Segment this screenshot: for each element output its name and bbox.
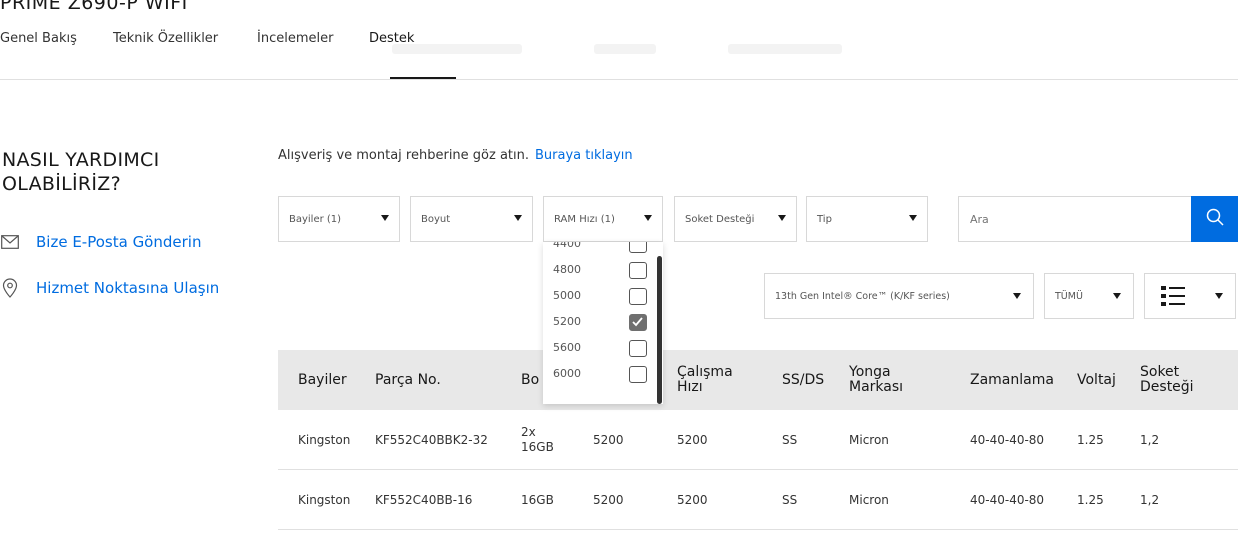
- socket-filter[interactable]: Soket Desteği: [674, 196, 797, 242]
- email-link[interactable]: Bize E-Posta Gönderin: [0, 232, 201, 252]
- guide-text: Alışveriş ve montaj rehberine göz atın. B…: [278, 148, 633, 163]
- ram-option-label: 6000: [553, 367, 581, 380]
- ram-option-checkbox-checked[interactable]: [629, 314, 647, 331]
- search-input[interactable]: [958, 196, 1191, 242]
- list-view-icon: [1161, 285, 1187, 310]
- tab-overview[interactable]: Genel Bakış: [0, 31, 77, 46]
- chevron-down-icon: [778, 215, 786, 221]
- tab-specs[interactable]: Teknik Özellikler: [113, 31, 218, 46]
- product-title: PRIME Z690-P WIFI: [0, 0, 188, 14]
- table-row[interactable]: Kingston KF552C40BBK2-32 2x 16GB 5200 52…: [278, 410, 1238, 470]
- ram-option-checkbox[interactable]: [629, 340, 647, 357]
- header-voltage[interactable]: Voltaj: [1077, 350, 1116, 410]
- search-button[interactable]: [1191, 196, 1238, 242]
- ram-speed-dropdown[interactable]: 4400 4800 5000 5200 5600 6000: [543, 242, 663, 404]
- chevron-down-icon: [1113, 293, 1121, 299]
- ram-option-label: 4400: [553, 242, 581, 250]
- results-table: Bayiler Parça No. Bo Çalışma Hızı SS/DS …: [278, 350, 1238, 530]
- search-icon: [1205, 207, 1225, 231]
- chevron-down-icon: [1013, 293, 1021, 299]
- dealers-filter[interactable]: Bayiler (1): [278, 196, 400, 242]
- ghost-tab-placeholder: [728, 44, 842, 54]
- service-link[interactable]: Hizmet Noktasına Ulaşın: [0, 278, 219, 298]
- ram-option-label: 5600: [553, 341, 581, 354]
- chevron-down-icon: [514, 215, 522, 221]
- ram-option-checkbox[interactable]: [629, 366, 647, 383]
- header-speed[interactable]: Çalışma Hızı: [677, 350, 757, 410]
- cpu-select[interactable]: 13th Gen Intel® Core™ (K/KF series): [764, 273, 1034, 319]
- header-part-no[interactable]: Parça No.: [375, 350, 441, 410]
- ram-option-label: 5000: [553, 289, 581, 302]
- header-chip-brand[interactable]: Yonga Markası: [849, 350, 929, 410]
- help-title: NASIL YARDIMCI OLABİLİRİZ?: [2, 149, 160, 195]
- location-pin-icon: [0, 278, 20, 298]
- ram-speed-filter[interactable]: RAM Hızı (1): [543, 196, 663, 242]
- mail-icon: [0, 232, 20, 252]
- header-ssds[interactable]: SS/DS: [782, 350, 824, 410]
- header-dealers[interactable]: Bayiler: [298, 350, 347, 410]
- header-timing[interactable]: Zamanlama: [970, 350, 1054, 410]
- view-mode-select[interactable]: [1144, 273, 1236, 319]
- ram-option-checkbox[interactable]: [629, 242, 647, 253]
- ram-option-label: 5200: [553, 315, 581, 328]
- chevron-down-icon: [1215, 293, 1223, 299]
- ghost-tab-placeholder: [594, 44, 656, 54]
- chevron-down-icon: [644, 215, 652, 221]
- ram-option-label: 4800: [553, 263, 581, 276]
- header-socket[interactable]: Soket Desteği: [1140, 350, 1220, 410]
- ram-option-checkbox[interactable]: [629, 288, 647, 305]
- size-filter[interactable]: Boyut: [410, 196, 533, 242]
- tab-reviews[interactable]: İncelemeler: [257, 31, 333, 46]
- header-size[interactable]: Bo: [521, 350, 539, 410]
- active-tab-underline: [390, 77, 456, 79]
- tab-bar: Genel Bakış Teknik Özellikler İncelemele…: [0, 31, 1238, 80]
- table-row[interactable]: Kingston KF552C40BB-16 16GB 5200 5200 SS…: [278, 470, 1238, 530]
- chevron-down-icon: [381, 215, 389, 221]
- chevron-down-icon: [909, 215, 917, 221]
- dropdown-scrollbar[interactable]: [657, 256, 662, 404]
- ram-option-checkbox[interactable]: [629, 262, 647, 279]
- ghost-tab-placeholder: [392, 44, 522, 54]
- guide-link[interactable]: Buraya tıklayın: [535, 148, 633, 163]
- type-filter[interactable]: Tip: [806, 196, 928, 242]
- table-header: Bayiler Parça No. Bo Çalışma Hızı SS/DS …: [278, 350, 1238, 410]
- all-select[interactable]: TÜMÜ: [1044, 273, 1134, 319]
- checkmark-icon: [632, 317, 643, 327]
